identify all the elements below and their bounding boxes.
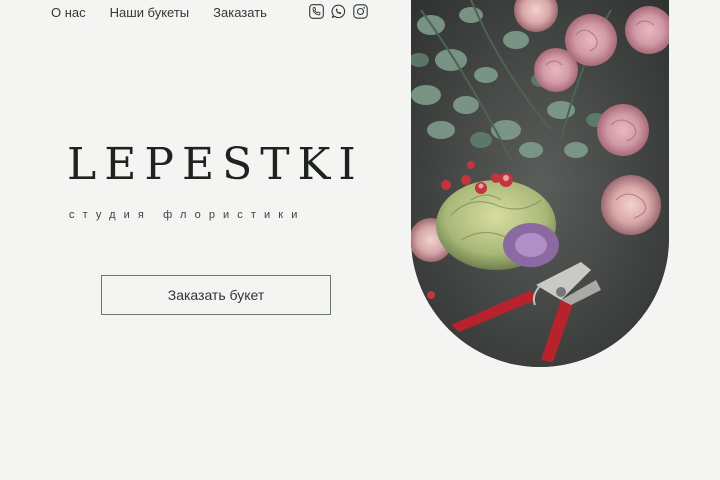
- flowers-illustration: [411, 0, 669, 367]
- brand-logo: LEPESTKI: [67, 139, 364, 190]
- phone-icon[interactable]: [309, 4, 324, 19]
- nav-link-about[interactable]: О нас: [51, 5, 86, 20]
- nav-link-order[interactable]: Заказать: [213, 5, 267, 20]
- nav-link-bouquets[interactable]: Наши букеты: [110, 5, 190, 20]
- whatsapp-icon[interactable]: [331, 4, 346, 19]
- main-nav: О нас Наши букеты Заказать: [51, 4, 267, 20]
- page: О нас Наши букеты Заказать LEPESTKI студ…: [0, 0, 720, 480]
- social-links: [309, 4, 368, 19]
- hero-flowers-photo: [411, 0, 669, 367]
- brand-subtitle: студия флористики: [69, 209, 306, 221]
- order-bouquet-button[interactable]: Заказать букет: [101, 275, 331, 315]
- instagram-icon[interactable]: [353, 4, 368, 19]
